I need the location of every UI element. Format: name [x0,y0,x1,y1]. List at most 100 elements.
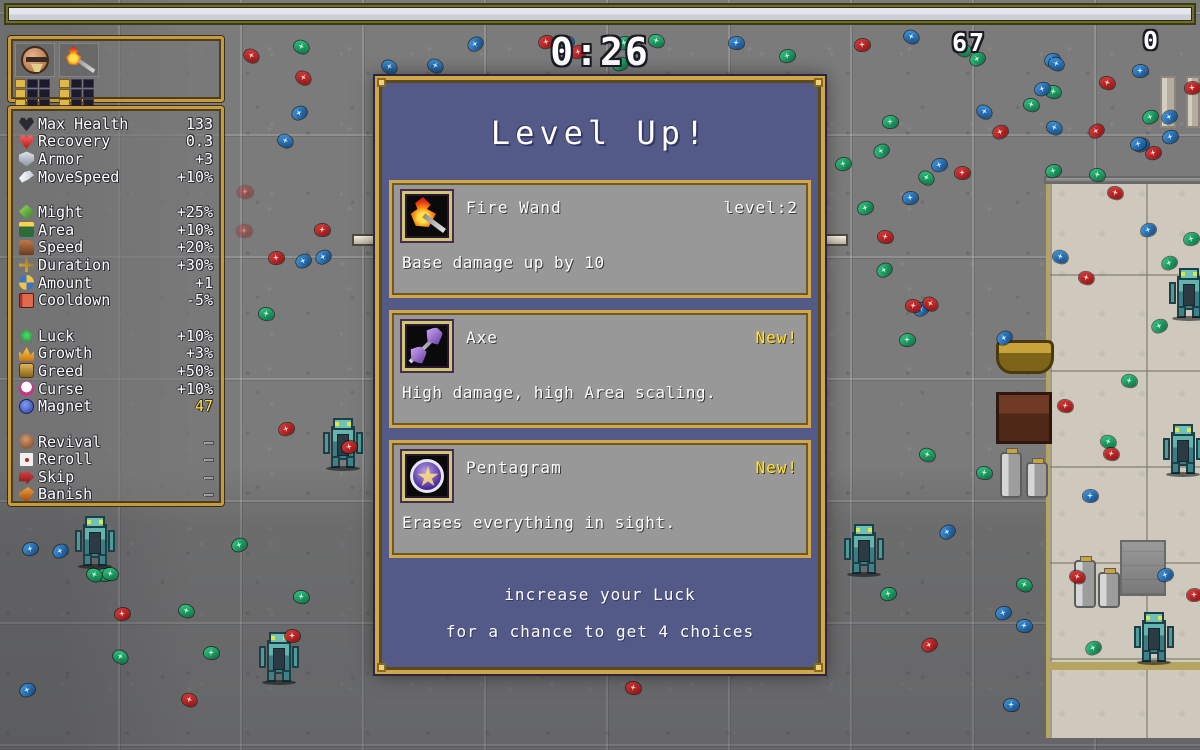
stat-label: Greed [38,361,84,380]
level-up-choice-axe[interactable]: Axe New! High damage, high Area scaling. [389,310,811,428]
corner-stud-icon [814,78,823,87]
enemy-sprite [843,524,885,577]
enemy-sprite [1133,612,1175,665]
luck-icon [19,328,34,344]
experience-bar [4,3,1196,25]
enemy-sprite [74,516,116,569]
stat-row-growth: Growth +3% [19,344,213,363]
gem-pickup [1186,588,1200,602]
area-icon [19,222,34,238]
stat-label: Reroll [38,450,93,469]
stat-value: +10% [176,167,213,186]
choice-new-badge: New! [755,458,798,477]
growth-icon [19,346,34,361]
passive-slot-grid [59,79,99,108]
vat-prop [1074,556,1096,608]
choice-description: Erases everything in sight. [402,513,676,532]
level-up-choice-list: Fire Wand level:2 Base damage up by 10 Axe N… [389,180,811,570]
corner-stud-icon [377,663,386,672]
passive-slot-cell[interactable] [83,79,94,88]
stat-divider [19,185,213,203]
stat-value: +20% [176,238,213,257]
stat-row-area: Area +10% [19,221,213,239]
amount-icon [19,275,34,291]
stat-row-might: Might +25% [19,203,213,221]
stat-row-armor: Armor +3 [19,150,213,168]
stat-row-skip: Skip – [19,468,213,486]
skip-icon [19,469,34,485]
stat-row-duration: Duration +30% [19,256,213,274]
banish-icon [19,486,34,502]
weapon-slot-cell[interactable] [15,79,26,88]
stat-value: +3 [194,149,213,168]
level-up-choice-pentagram[interactable]: Pentagram New! Erases everything in sight. [389,440,811,558]
stat-value: +10% [176,220,213,239]
stat-value: – [203,450,213,469]
curse-icon [19,381,34,397]
weapon-slot-grid [15,79,55,108]
stat-row-luck: Luck +10% [19,327,213,345]
passive-slot-cell[interactable] [83,89,94,98]
courtyard-edge [1046,662,1200,670]
kill-count: 67 [952,28,987,57]
passive-slot-cell[interactable] [59,79,70,88]
stat-row-magnet: Magnet 47 [19,397,213,415]
stat-label: Luck [38,326,75,345]
cooldown-icon [19,292,34,308]
stat-label: Recovery [38,132,111,151]
stat-value: +10% [176,326,213,345]
passive-slot-cell[interactable] [59,89,70,98]
magnet-icon [19,398,34,414]
stat-row-cooldown: Cooldown -5% [19,291,213,309]
gem-pickup [203,646,220,660]
stat-value: 0.3 [185,132,213,151]
gem-pickup [1083,490,1098,502]
revival-icon [19,434,34,450]
stat-label: Max Health [38,114,129,133]
weapon-slot-cell[interactable] [39,89,50,98]
stat-divider [19,309,213,327]
stat-label: Magnet [38,397,93,416]
stat-value: +50% [176,361,213,380]
stat-group-fortune: Luck +10% Growth +3% Greed +50% Curse +10% Magne… [19,327,213,415]
corner-stud-icon [377,78,386,87]
vat-prop [1098,568,1120,608]
machine-prop [1120,540,1166,596]
stat-row-curse: Curse +10% [19,380,213,398]
stat-row-amount: Amount +1 [19,274,213,292]
might-icon [19,204,34,220]
vat-prop [1026,458,1048,498]
stat-label: Cooldown [38,291,111,310]
gem-pickup [236,224,253,238]
weapon-slot-cell[interactable] [27,79,38,88]
weapon-slot-cell[interactable] [15,89,26,98]
level-up-choice-fire-wand[interactable]: Fire Wand level:2 Base damage up by 10 [389,180,811,298]
duration-icon [19,257,34,273]
experience-bar-track [8,7,1192,21]
stat-label: Duration [38,255,111,274]
stat-label: Area [38,220,75,239]
greed-icon [19,363,34,379]
weapon-slot-cell[interactable] [27,89,38,98]
stat-row-reroll: Reroll – [19,450,213,469]
choice-description: High damage, high Area scaling. [402,383,717,402]
coin-count: 0 [1143,26,1161,55]
reroll-icon [19,451,34,467]
passive-slot-cell[interactable] [71,79,82,88]
stat-label: Growth [38,344,93,363]
weapon-slot-cell[interactable] [39,79,50,88]
passive-slot-cell[interactable] [71,89,82,98]
stat-group-consumables: Revival – Reroll – Skip – Banish – [19,433,213,503]
stat-value: 133 [185,114,213,133]
footer-line-1: increase your Luck [504,585,696,604]
stat-label: MoveSpeed [38,167,120,186]
gold-cauldron-prop [996,340,1054,374]
stat-row-banish: Banish – [19,485,213,503]
stat-label: Speed [38,238,84,257]
stat-group-vitals: Max Health 133 Recovery 0.3 Armor +3 MoveSpeed… [19,114,213,186]
stat-value: +3% [185,344,213,363]
stat-label: Armor [38,149,84,168]
stat-row-speed: Speed +20% [19,238,213,257]
stat-value: – [203,432,213,451]
gem-pickup [237,185,254,199]
